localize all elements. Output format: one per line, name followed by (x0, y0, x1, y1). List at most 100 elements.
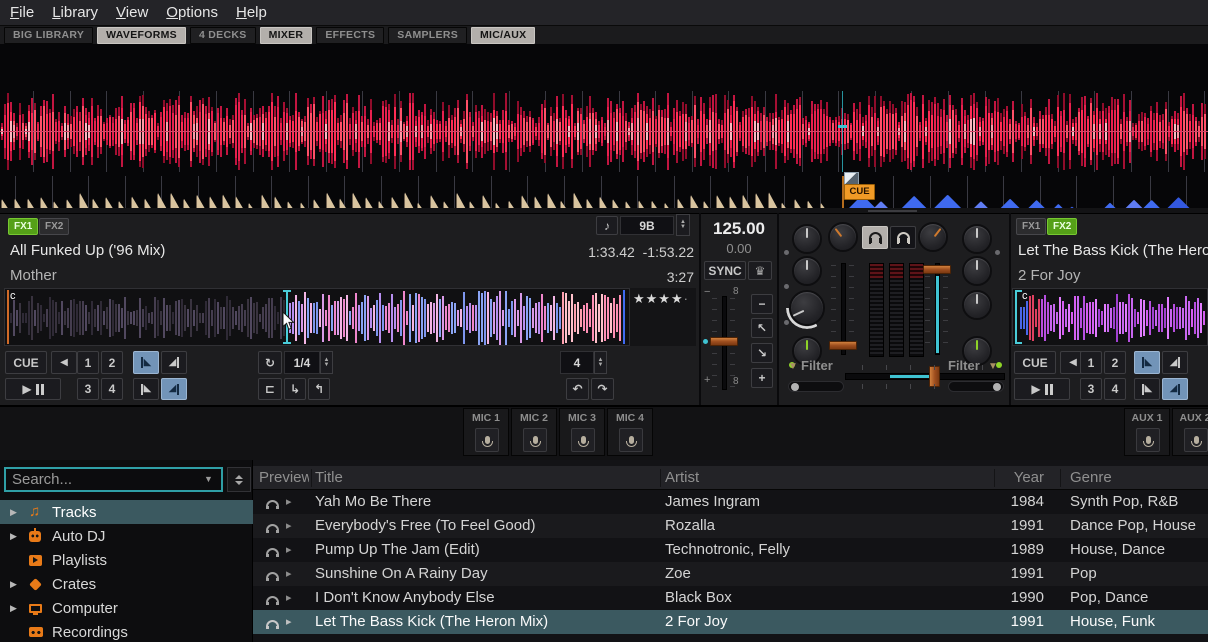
preview-play-icon[interactable]: ▸ (286, 562, 292, 586)
preview-play-icon[interactable]: ▸ (286, 514, 292, 538)
sidebar-item-recordings[interactable]: Recordings (0, 620, 253, 642)
table-row[interactable]: ▸ Yah Mo Be There James Ingram 1984 Synt… (253, 490, 1208, 514)
sidebar-item-playlists[interactable]: Playlists (0, 548, 253, 572)
deck1-key-spinner[interactable]: ▲▼ (676, 214, 690, 236)
deck2-pregain-knob[interactable] (918, 222, 948, 252)
deck2-eq-mid-knob[interactable] (962, 290, 992, 320)
preview-headphone-icon[interactable] (266, 519, 279, 533)
deck1-eq-mid-knob[interactable] (789, 290, 825, 326)
deck2-gain-knob[interactable] (962, 224, 992, 254)
mic4-talk-button[interactable] (619, 428, 643, 452)
column-separator[interactable] (1060, 469, 1061, 487)
menu-library[interactable]: Library (52, 4, 98, 21)
deck1-hotcue-4[interactable]: 4 (101, 378, 123, 400)
deck1-eq-high-knob[interactable] (792, 256, 822, 286)
rate-temp-up-button[interactable]: + (751, 368, 773, 388)
aux2-play-button[interactable] (1184, 428, 1208, 452)
table-row-selected[interactable]: ▸ Let The Bass Kick (The Heron Mix) 2 Fo… (253, 610, 1208, 634)
deck2-hotcue-3[interactable]: 3 (1080, 378, 1102, 400)
toggle-micaux[interactable]: MIC/AUX (471, 27, 535, 44)
menu-options[interactable]: Options (166, 4, 218, 21)
deck1-loop-size[interactable]: 1/4 (284, 351, 320, 374)
preview-play-icon[interactable]: ▸ (286, 490, 292, 514)
toggle-mixer[interactable]: MIXER (260, 27, 313, 44)
deck1-key-display[interactable]: 9B (620, 216, 674, 235)
deck1-fx1-chip[interactable]: FX1 (8, 218, 38, 235)
deck1-fx-toggle[interactable] (788, 381, 844, 392)
deck2-hotcue-4[interactable]: 4 (1104, 378, 1126, 400)
splitter-handle[interactable] (868, 210, 917, 212)
deck2-outro-start-button[interactable]: ◣ (1134, 378, 1160, 400)
spin-down-icon[interactable]: ▼ (680, 225, 686, 230)
toggle-big-library[interactable]: BIG LIBRARY (4, 27, 93, 44)
column-year[interactable]: Year (998, 466, 1044, 490)
mic2-talk-button[interactable] (523, 428, 547, 452)
deck1-play-button[interactable]: ▶ (5, 378, 61, 400)
deck1-hotcue-3[interactable]: 3 (77, 378, 99, 400)
deck1-beatjump-forward-button[interactable]: ↷ (591, 378, 614, 400)
column-artist[interactable]: Artist (665, 466, 985, 490)
preview-headphone-icon[interactable] (266, 543, 279, 557)
sync-leader-button[interactable]: ♛ (748, 261, 772, 280)
column-title[interactable]: Title (315, 466, 655, 490)
filter-dropdown-icon[interactable]: ▼ (988, 361, 998, 372)
deck1-loop-out-button[interactable]: ↳ (284, 378, 306, 400)
toggle-waveforms[interactable]: WAVEFORMS (97, 27, 186, 44)
toggle-effects[interactable]: EFFECTS (316, 27, 384, 44)
deck1-beatjump-spinner[interactable]: ▲▼ (594, 351, 607, 374)
deck2-intro-end-button[interactable]: ◢ (1162, 351, 1188, 374)
deck2-eq-high-knob[interactable] (962, 256, 992, 286)
sidebar-item-tracks[interactable]: ▶ ♫ Tracks (0, 500, 253, 524)
expand-arrow-icon[interactable]: ▶ (10, 603, 17, 614)
preview-play-icon[interactable]: ▸ (286, 538, 292, 562)
deck1-cue-button[interactable]: CUE (5, 351, 47, 374)
preview-play-icon[interactable]: ▸ (286, 586, 292, 610)
menu-help[interactable]: Help (236, 4, 267, 21)
expand-arrow-icon[interactable]: ▶ (10, 507, 17, 518)
rate-perm-up-button[interactable]: ↘ (751, 343, 773, 363)
sidebar-item-crates[interactable]: ▶ Crates (0, 572, 253, 596)
deck1-loop-in-button[interactable]: ⊏ (258, 378, 282, 400)
column-preview[interactable]: Preview (259, 466, 309, 490)
deck2-hotcue-1[interactable]: 1 (1080, 351, 1102, 374)
expand-arrow-icon[interactable]: ▶ (10, 531, 17, 542)
deck2-headphone-cue-button[interactable] (890, 226, 916, 249)
sidebar-item-autodj[interactable]: ▶ Auto DJ (0, 524, 253, 548)
table-row[interactable]: ▸ I Don't Know Anybody Else Black Box 19… (253, 586, 1208, 610)
sidebar-item-computer[interactable]: ▶ Computer (0, 596, 253, 620)
preview-headphone-icon[interactable] (266, 567, 279, 581)
deck2-volume-handle[interactable] (923, 265, 951, 274)
deck2-play-button[interactable]: ▶ (1014, 378, 1070, 400)
pitch-fader-handle[interactable] (710, 337, 738, 346)
preview-headphone-icon[interactable] (266, 615, 279, 629)
aux1-play-button[interactable] (1136, 428, 1160, 452)
deck1-overview-waveform[interactable]: c (4, 288, 630, 346)
preview-play-icon[interactable]: ▸ (286, 610, 292, 634)
column-genre[interactable]: Genre (1070, 466, 1206, 490)
filter-dropdown-icon[interactable]: ▼ (788, 361, 798, 372)
deck1-loop-toggle[interactable]: ↻ (258, 351, 282, 374)
deck2-fx1-chip[interactable]: FX1 (1016, 218, 1046, 235)
deck2-cue-button[interactable]: CUE (1014, 351, 1056, 374)
deck1-intro-end-button[interactable]: ◢ (161, 351, 187, 374)
column-separator[interactable] (660, 469, 661, 487)
expand-arrow-icon[interactable]: ▶ (10, 579, 17, 590)
toggle-4decks[interactable]: 4 DECKS (190, 27, 256, 44)
deck1-gain-knob[interactable] (792, 224, 822, 254)
deck1-loop-size-spinner[interactable]: ▲▼ (320, 351, 333, 374)
deck1-beatjump-back-button[interactable]: ↶ (566, 378, 589, 400)
sync-button[interactable]: SYNC (704, 261, 746, 280)
deck1-reloop-button[interactable]: ↰ (308, 378, 330, 400)
deck1-fx2-chip[interactable]: FX2 (39, 218, 69, 235)
column-separator[interactable] (994, 469, 995, 487)
deck1-outro-start-button[interactable]: ◣ (133, 378, 159, 400)
table-row[interactable]: ▸ Pump Up The Jam (Edit) Technotronic, F… (253, 538, 1208, 562)
deck1-intro-start-button[interactable]: ◣ (133, 351, 159, 374)
deck2-overview-waveform[interactable]: c (1012, 288, 1208, 346)
table-row-partial[interactable] (253, 634, 1208, 642)
preview-headphone-icon[interactable] (266, 591, 279, 605)
deck1-headphone-cue-button[interactable] (862, 226, 888, 249)
deck1-outro-end-button[interactable]: ◢ (161, 378, 187, 400)
preview-headphone-icon[interactable] (266, 495, 279, 509)
mic1-talk-button[interactable] (475, 428, 499, 452)
